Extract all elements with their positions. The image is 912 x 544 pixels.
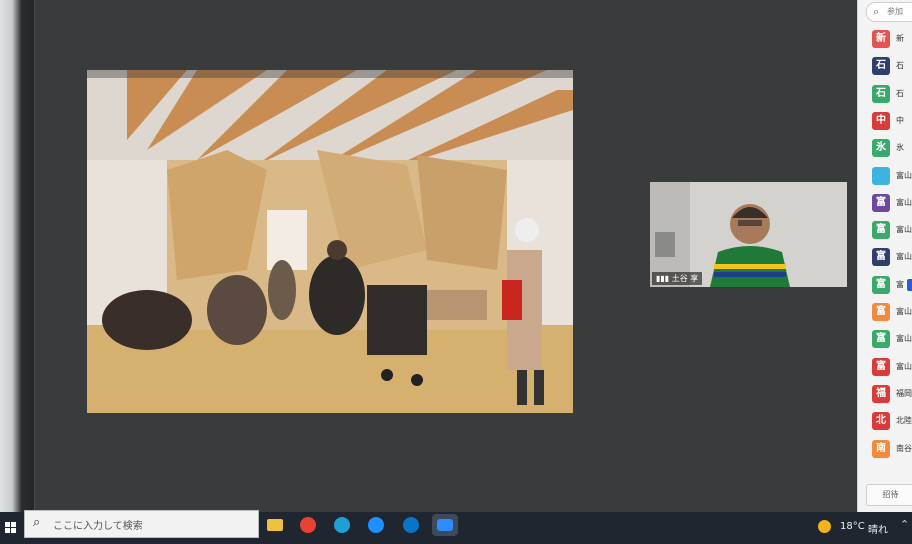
- participant-row[interactable]: 富富山: [872, 248, 912, 267]
- participant-avatar: 新: [872, 30, 890, 48]
- participant-name: 富山: [896, 197, 912, 207]
- search-icon: ⌕: [33, 515, 41, 530]
- participant-avatar: 富: [872, 193, 890, 212]
- participant-name: 富山: [896, 307, 912, 316]
- participant-avatar: [872, 166, 890, 185]
- participant-row[interactable]: 南南谷: [872, 439, 912, 458]
- participant-avatar: 富: [872, 357, 890, 376]
- participant-avatar: 福: [872, 384, 890, 403]
- participant-avatar: 石: [872, 84, 890, 103]
- participant-name: 中: [896, 115, 904, 125]
- participant-avatar: 富: [872, 221, 890, 240]
- browser-logo-icon: [403, 517, 419, 533]
- participant-name: 新: [896, 34, 904, 43]
- zoom-logo-icon: [437, 519, 453, 531]
- participant-row[interactable]: 中中: [872, 111, 912, 130]
- participant-row[interactable]: 石石: [872, 57, 912, 76]
- sun-icon: [818, 520, 831, 533]
- browser-logo-icon: [368, 517, 384, 533]
- participant-name: 富山: [896, 334, 912, 344]
- participant-avatar: 北: [872, 412, 890, 431]
- chrome-icon[interactable]: [297, 514, 319, 536]
- participant-search-input[interactable]: ⌕ 参加: [866, 2, 912, 22]
- participant-name: 北陸: [896, 416, 912, 426]
- participant-row[interactable]: 氷氷: [872, 139, 912, 158]
- weather-label: 晴れ: [868, 525, 888, 536]
- exhibition-photo-image: [87, 70, 573, 413]
- participant-row[interactable]: 富富山: [872, 357, 912, 376]
- file-explorer-icon[interactable]: [264, 514, 286, 536]
- search-placeholder: 参加: [887, 7, 903, 16]
- participant-row[interactable]: 新新: [872, 30, 912, 48]
- participant-name: 氷: [896, 143, 904, 153]
- browser-logo-icon: [300, 517, 316, 533]
- participant-video-tile[interactable]: ▮▮▮ 土谷 享: [650, 182, 847, 287]
- shared-screen-photo: [87, 70, 573, 413]
- participant-name: 富: [896, 279, 904, 289]
- participant-name: 福岡: [896, 388, 912, 398]
- participant-row[interactable]: 富富山: [872, 193, 912, 212]
- participant-row[interactable]: 福福岡: [872, 384, 912, 403]
- participant-avatar: 南: [872, 439, 890, 458]
- screen-share-icon: [907, 278, 912, 291]
- taskbar-search-input[interactable]: ⌕ ここに入力して検索: [24, 510, 259, 538]
- internet-explorer-icon[interactable]: [365, 514, 387, 536]
- participant-avatar: 富: [872, 248, 890, 267]
- edge-dev-icon[interactable]: [400, 514, 422, 536]
- browser-logo-icon: [334, 517, 350, 533]
- participant-name: 南谷: [896, 443, 912, 453]
- participant-row[interactable]: 富富山: [872, 303, 912, 321]
- participant-avatar: 氷: [872, 139, 890, 158]
- participant-avatar: 富: [872, 303, 890, 321]
- participant-name: 石: [896, 88, 904, 98]
- taskbar-search-placeholder: ここに入力して検索: [53, 521, 143, 532]
- participant-row[interactable]: 富富山: [872, 221, 912, 240]
- participant-row[interactable]: 北北陸: [872, 412, 912, 431]
- participant-row[interactable]: 石石: [872, 84, 912, 103]
- participant-name-label: ▮▮▮ 土谷 享: [652, 272, 703, 285]
- participant-name: 石: [896, 61, 904, 71]
- chevron-up-icon[interactable]: ⌃: [900, 518, 909, 531]
- participant-avatar: 富: [872, 330, 890, 349]
- participants-panel: ⌕ 参加 新新石石石石中中氷氷富山富富山富富山富富山富富富富山富富山富富山福福岡…: [857, 0, 912, 512]
- invite-button[interactable]: 招待: [866, 484, 912, 506]
- windows-logo-icon: [5, 522, 16, 533]
- participant-row[interactable]: 富富: [872, 275, 912, 294]
- folder-icon: [267, 519, 283, 531]
- start-button[interactable]: [0, 518, 22, 538]
- participant-avatar: 富: [872, 275, 890, 294]
- participant-name: 富山: [896, 252, 912, 262]
- participant-avatar: 石: [872, 57, 890, 76]
- zoom-icon[interactable]: [432, 514, 458, 536]
- participant-name: 富山: [896, 170, 912, 180]
- participant-name: 富山: [896, 225, 912, 235]
- signal-icon: ▮▮▮: [656, 274, 672, 283]
- participant-avatar: 中: [872, 111, 890, 130]
- participant-name: 富山: [896, 361, 912, 371]
- participant-row[interactable]: 富山: [872, 166, 912, 185]
- edge-icon[interactable]: [331, 514, 353, 536]
- participant-row[interactable]: 富富山: [872, 330, 912, 349]
- search-icon: ⌕: [873, 5, 880, 18]
- temperature-label: 18°C: [840, 521, 865, 532]
